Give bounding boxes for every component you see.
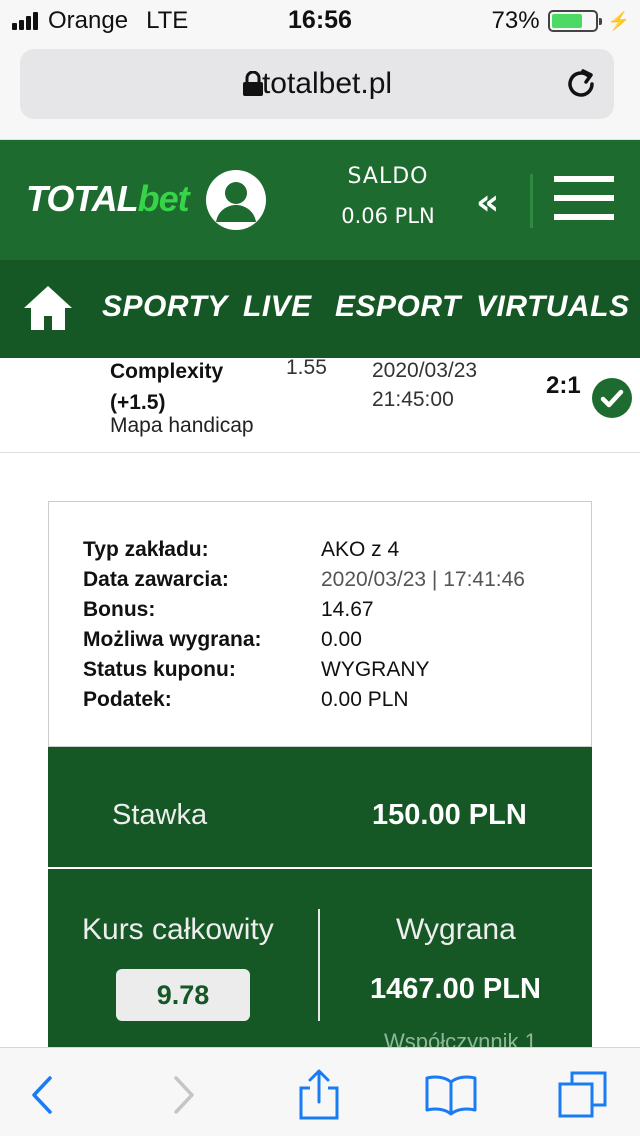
battery-icon xyxy=(547,10,602,32)
nav-item-virtuals[interactable]: VIRTUALS xyxy=(476,290,629,324)
battery-fill xyxy=(551,14,583,28)
total-odds-value: 9.78 xyxy=(116,969,250,1021)
tabs-icon[interactable] xyxy=(556,1068,610,1122)
detail-row: Data zawarcia: 2020/03/23 | 17:41:46 xyxy=(83,568,525,591)
battery-percent: 73% xyxy=(491,7,540,34)
stake-panel: Stawka 150.00 PLN xyxy=(48,747,592,867)
saldo-value: 0.06 PLN xyxy=(341,204,435,228)
stake-value: 150.00 PLN xyxy=(372,799,527,831)
chevron-left-icon[interactable] xyxy=(16,1068,70,1122)
detail-row: Podatek: 0.00 PLN xyxy=(83,688,409,711)
address-bar[interactable]: totalbet.pl xyxy=(20,49,614,119)
totalbet-logo[interactable]: TOTALbet xyxy=(26,178,190,220)
stake-label: Stawka xyxy=(112,799,208,831)
selection-odd: 1.55 xyxy=(286,356,327,379)
totals-divider xyxy=(318,909,320,1021)
charging-icon: ⚡ xyxy=(607,10,630,31)
win-value: 1467.00 PLN xyxy=(370,973,541,1005)
coupon-details: Typ zakładu: AKO z 4 Data zawarcia: 2020… xyxy=(48,501,592,747)
detail-row: Status kuponu: WYGRANY xyxy=(83,658,430,681)
main-nav: SPORTY LIVE ESPORT VIRTUALS xyxy=(0,260,640,358)
site-header: TOTALbet SALDO 0.06 PLN « xyxy=(0,140,640,260)
home-icon[interactable] xyxy=(22,284,74,332)
share-icon[interactable] xyxy=(292,1068,346,1122)
detail-row: Możliwa wygrana: 0.00 xyxy=(83,628,362,651)
header-divider xyxy=(530,174,533,228)
reload-icon[interactable] xyxy=(562,65,600,103)
selection-date: 2020/03/23 21:45:00 xyxy=(372,359,478,411)
status-bar: Orange LTE 16:56 73% ⚡ xyxy=(0,0,640,40)
selection-score: 2:1 xyxy=(546,372,581,399)
nav-item-sporty[interactable]: SPORTY xyxy=(102,290,228,324)
hamburger-menu-icon[interactable] xyxy=(554,176,614,220)
nav-item-esport[interactable]: ESPORT xyxy=(335,290,461,324)
selection-team: Complexity (+1.5) xyxy=(110,360,224,414)
browser-toolbar xyxy=(0,1047,640,1136)
detail-row: Typ zakładu: AKO z 4 xyxy=(83,538,400,561)
totals-panel: Kurs całkowity 9.78 Wygrana 1467.00 PLN … xyxy=(48,869,592,1054)
detail-row: Bonus: 14.67 xyxy=(83,598,374,621)
check-circle-icon xyxy=(592,378,632,418)
total-odds-label: Kurs całkowity xyxy=(82,913,274,946)
browser-address-area: totalbet.pl xyxy=(0,40,640,140)
saldo-label: SALDO xyxy=(347,164,429,189)
url-text[interactable]: totalbet.pl xyxy=(20,67,614,101)
user-avatar-icon[interactable] xyxy=(206,170,266,230)
win-label: Wygrana xyxy=(396,913,516,946)
bet-selection-row: Complexity (+1.5) Mapa handicap 1.55 202… xyxy=(0,356,640,453)
nav-item-live[interactable]: LIVE xyxy=(243,290,312,324)
bookmarks-icon[interactable] xyxy=(424,1068,478,1122)
chevron-right-icon[interactable] xyxy=(156,1068,210,1122)
selection-market: Mapa handicap xyxy=(110,414,254,437)
collapse-arrows-icon[interactable]: « xyxy=(476,182,499,223)
